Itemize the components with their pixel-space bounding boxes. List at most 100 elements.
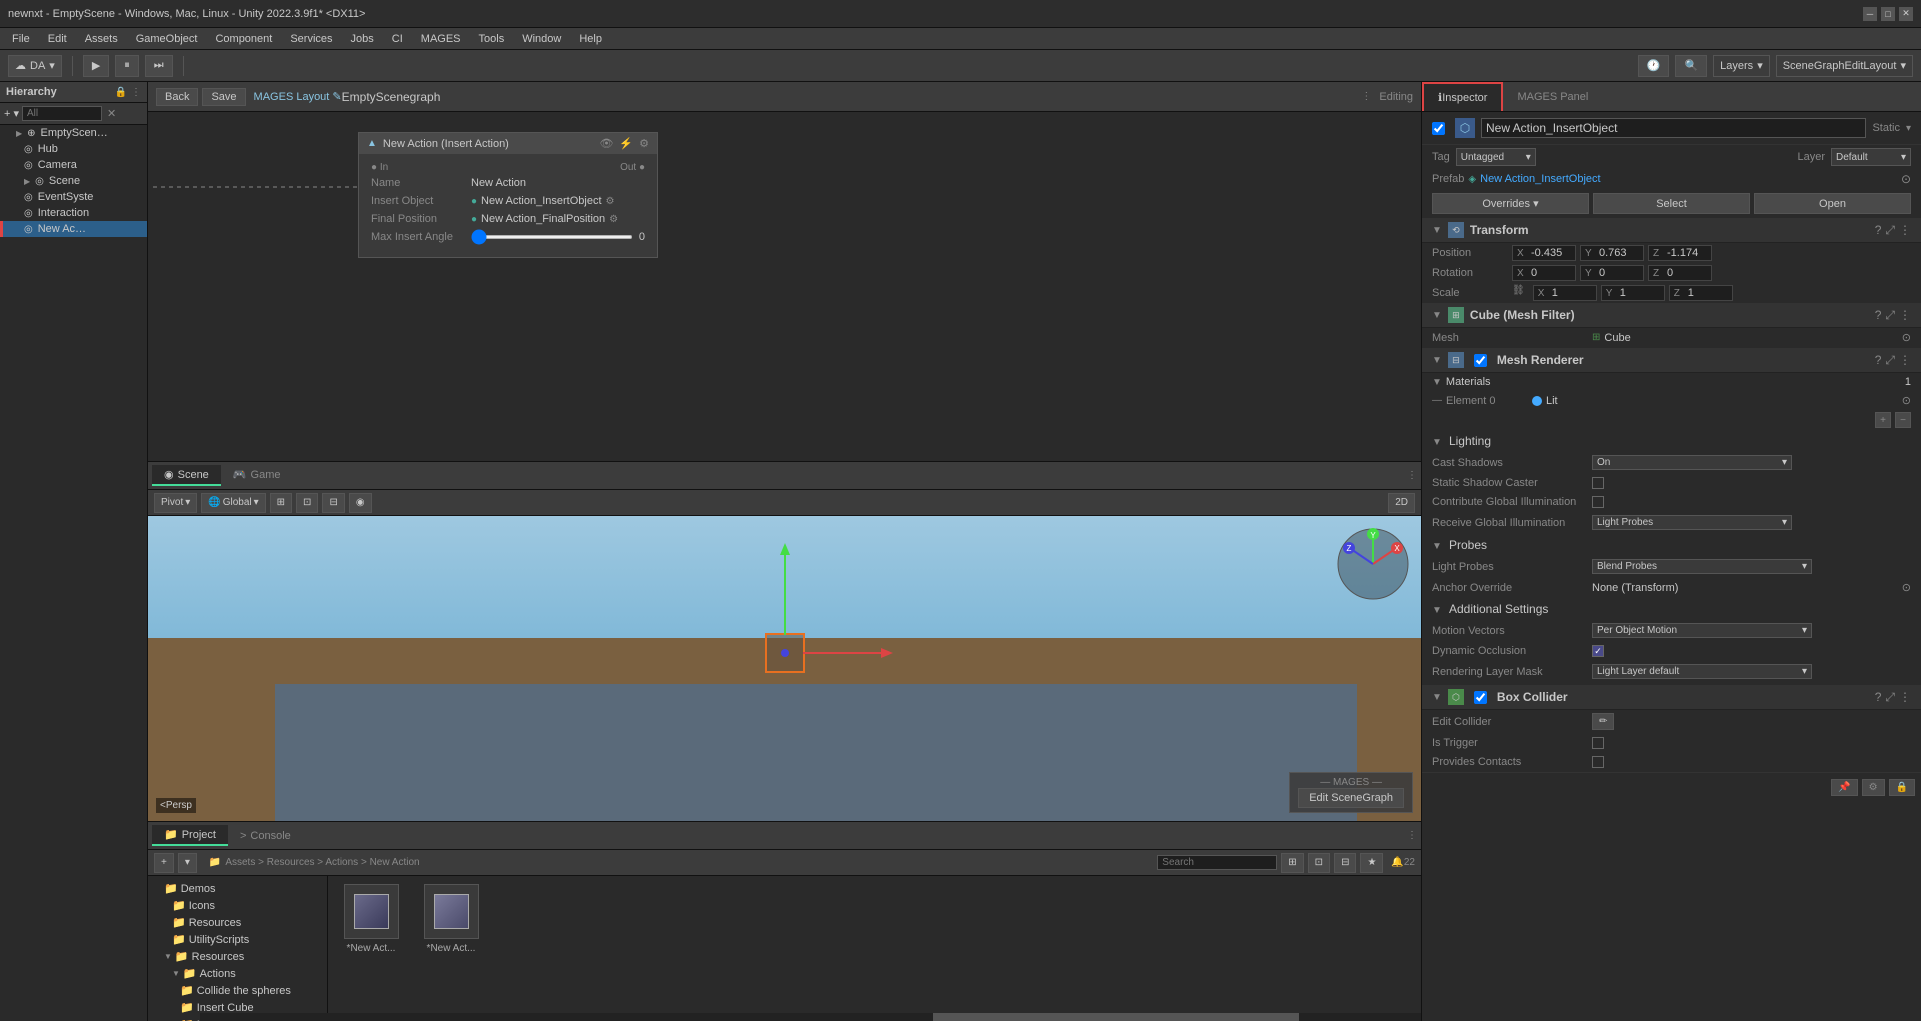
mf-expand-icon[interactable]: ⤢ (1885, 308, 1895, 323)
project-tool3[interactable]: ⊟ (1334, 853, 1356, 873)
hierarchy-item-hub[interactable]: ◎ Hub (0, 141, 147, 157)
motion-vectors-dropdown[interactable]: Per Object Motion ▾ (1592, 623, 1812, 638)
snap-button[interactable]: ⊡ (296, 493, 318, 513)
transform-component-header[interactable]: ▼ ⟲ Transform ? ⤢ ⋮ (1422, 218, 1921, 243)
scene-cube[interactable] (765, 633, 805, 673)
pos-x-value[interactable]: -0.435 (1531, 247, 1571, 259)
scale-x-value[interactable]: 1 (1552, 287, 1592, 299)
open-button[interactable]: Open (1754, 193, 1911, 214)
collider-enabled[interactable] (1474, 691, 1487, 704)
scene-more-button[interactable]: ⋮ (1407, 470, 1417, 481)
tree-item-demos[interactable]: 📁 Demos (152, 880, 323, 897)
clear-search-icon[interactable]: ✕ (107, 107, 116, 120)
mages-more-button[interactable]: ⋮ (1361, 91, 1371, 102)
mages-layout-label[interactable]: MAGES Layout ✎ (254, 90, 342, 103)
mf-help-icon[interactable]: ? (1875, 308, 1882, 323)
active-toggle[interactable] (1432, 122, 1445, 135)
menu-tools[interactable]: Tools (471, 31, 513, 47)
pause-button[interactable]: ⏸ (115, 55, 139, 77)
light-probes-dropdown[interactable]: Blend Probes ▾ (1592, 559, 1812, 574)
meshfilter-component-header[interactable]: ▼ ⊞ Cube (Mesh Filter) ? ⤢ ⋮ (1422, 303, 1921, 328)
da-dropdown[interactable]: ☁ DA ▾ (8, 55, 62, 77)
project-search-input[interactable] (1157, 855, 1277, 870)
hierarchy-item-emptyscene[interactable]: ▶ ⊕ EmptyScen… (0, 125, 147, 141)
hierarchy-item-camera[interactable]: ◎ Camera (0, 157, 147, 173)
rendering-layer-dropdown[interactable]: Light Layer default ▾ (1592, 664, 1812, 679)
global-button[interactable]: 🌐 Global ▾ (201, 493, 265, 513)
rot-z-value[interactable]: 0 (1667, 267, 1707, 279)
tree-item-collide[interactable]: 📁 Collide the spheres (152, 982, 323, 999)
project-tool2[interactable]: ⊡ (1308, 853, 1330, 873)
menu-file[interactable]: File (4, 31, 38, 47)
rot-y-value[interactable]: 0 (1599, 267, 1639, 279)
tree-item-resources-sub[interactable]: 📁 Resources (152, 914, 323, 931)
menu-assets[interactable]: Assets (77, 31, 126, 47)
transform-expand-icon[interactable]: ⤢ (1885, 223, 1895, 238)
history-button[interactable]: 🕐 (1638, 55, 1670, 77)
add-folder-button[interactable]: + (154, 853, 174, 873)
hierarchy-item-scene[interactable]: ▶ ◎ Scene (0, 173, 147, 189)
renderer-component-header[interactable]: ▼ ⊟ Mesh Renderer ? ⤢ ⋮ (1422, 348, 1921, 373)
dynamic-occlusion-check[interactable] (1592, 645, 1604, 657)
tree-item-actions[interactable]: ▼ 📁 Actions (152, 965, 323, 982)
tab-project[interactable]: 📁 Project (152, 825, 228, 846)
hierarchy-search-input[interactable] (22, 106, 102, 121)
mr-expand-icon[interactable]: ⤢ (1885, 353, 1895, 368)
hierarchy-item-newaction[interactable]: ◎ New Ac… (0, 221, 147, 237)
menu-edit[interactable]: Edit (40, 31, 75, 47)
menu-component[interactable]: Component (207, 31, 280, 47)
menu-jobs[interactable]: Jobs (343, 31, 382, 47)
object-name-input[interactable] (1481, 118, 1866, 138)
step-button[interactable]: ⏭ (145, 55, 173, 77)
layout-dropdown[interactable]: SceneGraphEditLayout ▾ (1776, 55, 1913, 77)
hierarchy-lock-button[interactable]: 🔒 (115, 87, 127, 98)
angle-slider[interactable] (471, 235, 633, 239)
tree-item-icons[interactable]: 📁 Icons (152, 897, 323, 914)
additional-expand-icon[interactable]: ▼ (1432, 605, 1442, 616)
menu-services[interactable]: Services (282, 31, 340, 47)
materials-expand-icon[interactable]: ▼ (1432, 377, 1442, 388)
bottom-more-button[interactable]: ⋮ (1407, 830, 1417, 841)
overrides-button[interactable]: Overrides ▾ (1432, 193, 1589, 214)
maximize-button[interactable]: □ (1881, 7, 1895, 21)
probes-expand-icon[interactable]: ▼ (1432, 541, 1442, 552)
pivot-button[interactable]: Pivot ▾ (154, 493, 197, 513)
node-settings-icon[interactable]: ⚙ (639, 137, 649, 150)
menu-window[interactable]: Window (514, 31, 569, 47)
bc-more-icon[interactable]: ⋮ (1899, 690, 1911, 705)
project-fav[interactable]: ★ (1360, 853, 1383, 873)
grid-button[interactable]: ⊞ (270, 493, 292, 513)
inspector-pin-button[interactable]: 📌 (1831, 779, 1857, 796)
contacts-check[interactable] (1592, 756, 1604, 768)
pos-settings-icon[interactable]: ⚙ (609, 214, 618, 225)
menu-help[interactable]: Help (571, 31, 610, 47)
back-button[interactable]: Back (156, 88, 198, 106)
node-collapse-icon[interactable]: ▲ (367, 138, 377, 149)
node-bolt-icon[interactable]: ⚡ (619, 137, 633, 150)
tab-console[interactable]: > Console (228, 827, 303, 845)
cast-shadows-dropdown[interactable]: On ▾ (1592, 455, 1792, 470)
inspector-debug-button[interactable]: ⚙ (1862, 779, 1885, 796)
lighting-expand-icon[interactable]: ▼ (1432, 437, 1442, 448)
hierarchy-item-eventsystem[interactable]: ◎ EventSyste (0, 189, 147, 205)
scale-z-value[interactable]: 1 (1688, 287, 1728, 299)
tab-scene[interactable]: ◉ Scene (152, 465, 221, 486)
favorites-button[interactable]: ▾ (178, 853, 197, 873)
asset-thumb-1[interactable]: *New Act... (336, 884, 406, 954)
inspector-lock-button[interactable]: 🔒 (1889, 779, 1915, 796)
tree-item-resources[interactable]: ▼ 📁 Resources (152, 948, 323, 965)
menu-gameobject[interactable]: GameObject (128, 31, 206, 47)
remove-material-button[interactable]: − (1895, 412, 1911, 428)
scale-y-value[interactable]: 1 (1620, 287, 1660, 299)
prefab-link-icon[interactable]: ⊙ (1901, 172, 1911, 186)
collider-component-header[interactable]: ▼ ⬡ Box Collider ? ⤢ ⋮ (1422, 685, 1921, 710)
trigger-check[interactable] (1592, 737, 1604, 749)
minimize-button[interactable]: ─ (1863, 7, 1877, 21)
asset-thumb-2[interactable]: *New Act... (416, 884, 486, 954)
renderer-enabled[interactable] (1474, 354, 1487, 367)
mr-more-icon[interactable]: ⋮ (1899, 353, 1911, 368)
tab-mages-panel[interactable]: MAGES Panel (1503, 82, 1602, 111)
mr-help-icon[interactable]: ? (1875, 353, 1882, 368)
scroll-thumb[interactable] (933, 1013, 1299, 1021)
project-tool1[interactable]: ⊞ (1281, 853, 1303, 873)
